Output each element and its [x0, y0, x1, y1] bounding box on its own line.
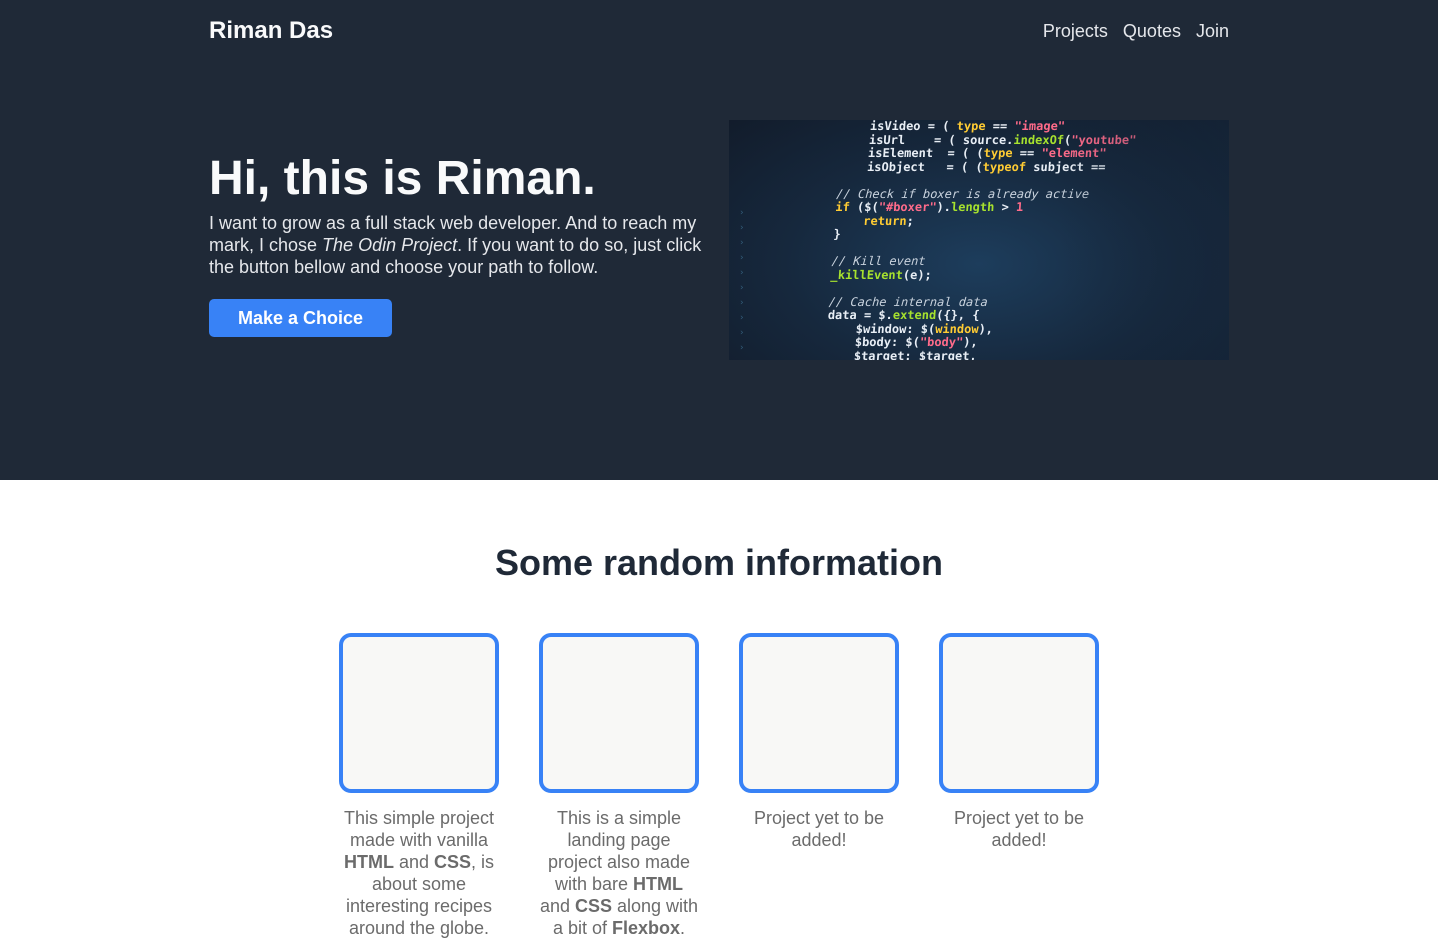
card-text-bold: Flexbox	[612, 918, 681, 938]
nav-link-projects[interactable]: Projects	[1043, 21, 1108, 42]
nav-links: Projects Quotes Join	[1043, 21, 1229, 42]
card-description: Project yet to be added!	[953, 808, 1085, 850]
hero-heading: Hi, this is Riman.	[209, 152, 596, 205]
code-screenshot-image: › › › › › › › › › › isVideo = ( type == "image" i…	[729, 120, 1229, 360]
card-text-bold: CSS	[574, 896, 612, 916]
hero-text-emphasis: The Odin Project	[322, 235, 458, 255]
nav-link-join[interactable]: Join	[1196, 21, 1229, 42]
nav-link-quotes[interactable]: Quotes	[1123, 21, 1181, 42]
info-section: Some random information This simple proj…	[0, 480, 1438, 938]
card-text: and	[539, 896, 575, 916]
card-text: This simple project made with vanilla	[343, 808, 495, 850]
info-card: Project yet to be added!	[739, 633, 899, 939]
card-image-placeholder[interactable]	[539, 633, 699, 793]
card-image-placeholder[interactable]	[739, 633, 899, 793]
card-description: This is a simple landing page project al…	[539, 807, 699, 939]
card-description: This simple project made with vanilla HT…	[339, 807, 499, 939]
image-blur-overlay	[1059, 120, 1229, 360]
card-image-placeholder[interactable]	[339, 633, 499, 793]
info-card: This simple project made with vanilla HT…	[339, 633, 499, 939]
section-title: Some random information	[494, 542, 944, 583]
card-text-bold: HTML	[633, 874, 684, 894]
hero-intro: Hi, this is Riman. I want to grow as a f…	[209, 150, 709, 337]
card-text: and	[393, 852, 434, 872]
card-text-bold: HTML	[343, 852, 394, 872]
info-card: This is a simple landing page project al…	[539, 633, 699, 939]
card-image-placeholder[interactable]	[939, 633, 1099, 793]
make-choice-button[interactable]: Make a Choice	[209, 299, 392, 337]
hero-description: I want to grow as a full stack web devel…	[209, 212, 709, 278]
card-text-bold: CSS	[434, 852, 472, 872]
hero-section: Riman Das Projects Quotes Join Hi, this …	[0, 0, 1438, 480]
card-text: .	[680, 918, 686, 938]
card-description: Project yet to be added!	[753, 808, 885, 850]
top-nav: Riman Das Projects Quotes Join	[209, 14, 1229, 48]
code-gutter: › › › › › › › › › ›	[739, 208, 745, 353]
info-card: Project yet to be added!	[939, 633, 1099, 939]
card-list: This simple project made with vanilla HT…	[339, 633, 1099, 939]
brand-logo[interactable]: Riman Das	[209, 17, 333, 45]
